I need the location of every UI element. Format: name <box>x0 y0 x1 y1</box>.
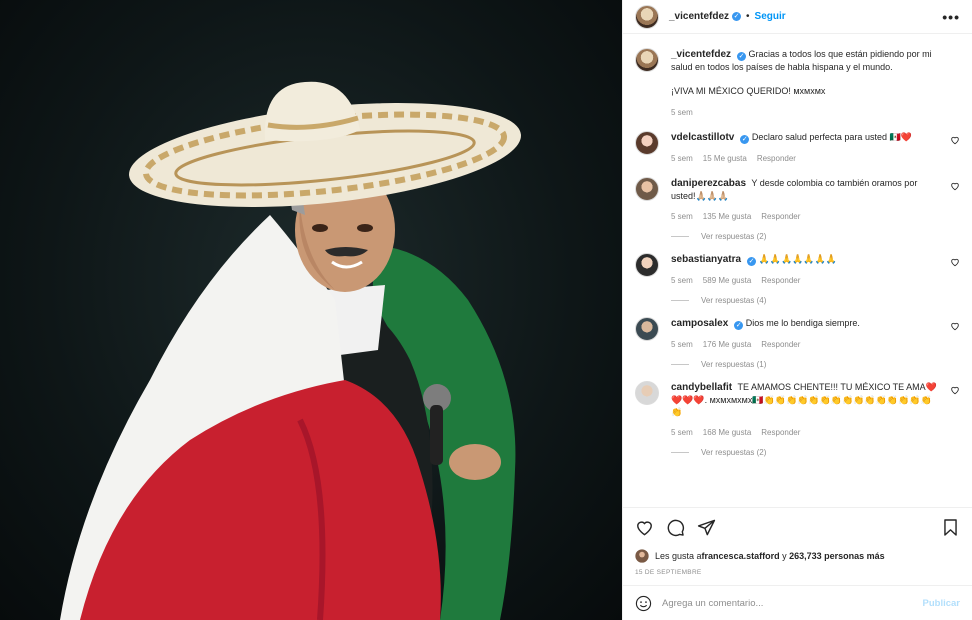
comment-time[interactable]: 5 sem <box>671 427 693 439</box>
comment-time[interactable]: 5 sem <box>671 153 693 165</box>
reply-button[interactable]: Responder <box>761 427 800 439</box>
verified-badge-icon: ✓ <box>734 321 744 330</box>
heart-icon[interactable] <box>950 257 960 267</box>
view-replies-button[interactable]: Ver respuestas (2) <box>671 232 960 241</box>
avatar[interactable] <box>635 177 659 201</box>
comment-meta: 5 sem 589 Me gusta Responder <box>671 275 942 287</box>
replies-line <box>671 452 689 453</box>
comment-username[interactable]: camposalex <box>671 318 728 329</box>
comment-time[interactable]: 5 sem <box>671 339 693 351</box>
likes-summary: Les gusta a francesca.stafford y 263,733… <box>623 547 972 565</box>
view-replies-button[interactable]: Ver respuestas (2) <box>671 448 960 457</box>
verified-badge-icon: ✓ <box>732 12 742 21</box>
view-replies-label[interactable]: Ver respuestas (2) <box>701 232 766 241</box>
comment-text: Declaro salud perfecta para usted 🇲🇽❤️ <box>751 132 912 142</box>
add-comment-bar: Publicar <box>623 585 972 620</box>
comments-list[interactable]: _vicentefdez ✓ Gracias a todos los que es… <box>623 34 972 507</box>
avatar[interactable] <box>635 253 659 277</box>
caption-time[interactable]: 5 sem <box>671 107 693 119</box>
post-photo[interactable] <box>0 0 622 620</box>
view-replies-button[interactable]: Ver respuestas (4) <box>671 296 960 305</box>
caption-body: _vicentefdez ✓ Gracias a todos los que es… <box>671 48 960 119</box>
comment-body: camposalex ✓ Dios me lo bendiga siempre. … <box>671 317 960 351</box>
view-replies-button[interactable]: Ver respuestas (1) <box>671 360 960 369</box>
avatar[interactable] <box>635 4 659 29</box>
caption-text-2: ¡VIVA MI MÉXICO QUERIDO! ᴍxᴍxᴍx <box>671 86 826 96</box>
comment-likes[interactable]: 176 Me gusta <box>703 339 751 351</box>
post-side-panel: _vicentefdez ✓ • Seguir ••• _vicentefdez… <box>622 0 972 620</box>
comment-icon[interactable] <box>666 518 685 537</box>
post-header: _vicentefdez ✓ • Seguir ••• <box>623 0 972 34</box>
comment-meta: 5 sem 15 Me gusta Responder <box>671 153 942 165</box>
caption: _vicentefdez ✓ Gracias a todos los que es… <box>635 48 960 119</box>
comment-time[interactable]: 5 sem <box>671 275 693 287</box>
avatar[interactable] <box>635 381 659 405</box>
verified-badge-icon: ✓ <box>747 257 757 266</box>
avatar[interactable] <box>635 131 659 155</box>
comment-likes[interactable]: 168 Me gusta <box>703 427 751 439</box>
view-replies-label[interactable]: Ver respuestas (4) <box>701 296 766 305</box>
likes-prefix: Les gusta a <box>655 551 702 561</box>
verified-badge-icon: ✓ <box>740 135 750 144</box>
comment-item: candybellafit TE AMAMOS CHENTE!!! TU MÉX… <box>635 381 960 439</box>
heart-icon[interactable] <box>950 321 960 331</box>
reply-button[interactable]: Responder <box>761 275 800 287</box>
comment-body: sebastianyatra ✓ 🙏🙏🙏🙏🙏🙏🙏 5 sem 589 Me gus… <box>671 253 960 287</box>
replies-line <box>671 236 689 237</box>
comment-item: daniperezcabas Y desde colombia co tambi… <box>635 177 960 223</box>
publish-button[interactable]: Publicar <box>923 598 961 609</box>
likes-count[interactable]: 263,733 personas más <box>789 551 885 561</box>
replies-line <box>671 364 689 365</box>
avatar[interactable] <box>635 317 659 341</box>
comment-username[interactable]: daniperezcabas <box>671 178 746 189</box>
view-replies-label[interactable]: Ver respuestas (1) <box>701 360 766 369</box>
instagram-post: _vicentefdez ✓ • Seguir ••• _vicentefdez… <box>0 0 972 620</box>
heart-icon[interactable] <box>950 135 960 145</box>
caption-username[interactable]: _vicentefdez <box>671 49 731 60</box>
comment-input[interactable] <box>662 597 923 609</box>
liker-username[interactable]: francesca.stafford <box>702 551 780 561</box>
more-options-icon[interactable]: ••• <box>942 9 960 25</box>
comment-likes[interactable]: 135 Me gusta <box>703 211 751 223</box>
comment-body: daniperezcabas Y desde colombia co tambi… <box>671 177 960 223</box>
avatar[interactable] <box>635 48 659 72</box>
reply-button[interactable]: Responder <box>757 153 796 165</box>
action-bar <box>623 507 972 547</box>
comment-username[interactable]: candybellafit <box>671 382 732 393</box>
comment-text: 🙏🙏🙏🙏🙏🙏🙏 <box>758 254 838 264</box>
heart-icon[interactable] <box>950 385 960 395</box>
comment-meta: 5 sem 176 Me gusta Responder <box>671 339 942 351</box>
comment-item: vdelcastillotv ✓ Declaro salud perfecta p… <box>635 131 960 165</box>
comment-meta: 5 sem 168 Me gusta Responder <box>671 427 942 439</box>
comment-body: vdelcastillotv ✓ Declaro salud perfecta p… <box>671 131 960 165</box>
reply-button[interactable]: Responder <box>761 339 800 351</box>
replies-line <box>671 300 689 301</box>
heart-icon[interactable] <box>950 181 960 191</box>
separator-dot: • <box>746 11 750 22</box>
post-date[interactable]: 15 DE SEPTIEMBRE <box>623 565 972 585</box>
header-username[interactable]: _vicentefdez <box>669 11 729 22</box>
comment-likes[interactable]: 589 Me gusta <box>703 275 751 287</box>
verified-badge-icon: ✓ <box>737 52 747 61</box>
likes-middle: y <box>779 551 790 561</box>
reply-button[interactable]: Responder <box>761 211 800 223</box>
comment-username[interactable]: sebastianyatra <box>671 254 741 265</box>
like-heart-icon[interactable] <box>635 518 654 537</box>
comment-text: Dios me lo bendiga siempre. <box>745 318 860 328</box>
comment-likes[interactable]: 15 Me gusta <box>703 153 747 165</box>
view-replies-label[interactable]: Ver respuestas (2) <box>701 448 766 457</box>
bookmark-icon[interactable] <box>941 518 960 537</box>
comment-username[interactable]: vdelcastillotv <box>671 132 734 143</box>
comment-item: camposalex ✓ Dios me lo bendiga siempre. … <box>635 317 960 351</box>
comment-body: candybellafit TE AMAMOS CHENTE!!! TU MÉX… <box>671 381 960 439</box>
comment-meta: 5 sem 135 Me gusta Responder <box>671 211 942 223</box>
caption-meta: 5 sem <box>671 107 942 119</box>
comment-item: sebastianyatra ✓ 🙏🙏🙏🙏🙏🙏🙏 5 sem 589 Me gus… <box>635 253 960 287</box>
comment-time[interactable]: 5 sem <box>671 211 693 223</box>
emoji-icon[interactable] <box>635 595 652 612</box>
photo-illustration <box>60 81 521 620</box>
follow-button[interactable]: Seguir <box>755 11 786 22</box>
share-icon[interactable] <box>697 518 716 537</box>
liker-avatar[interactable] <box>635 549 649 563</box>
